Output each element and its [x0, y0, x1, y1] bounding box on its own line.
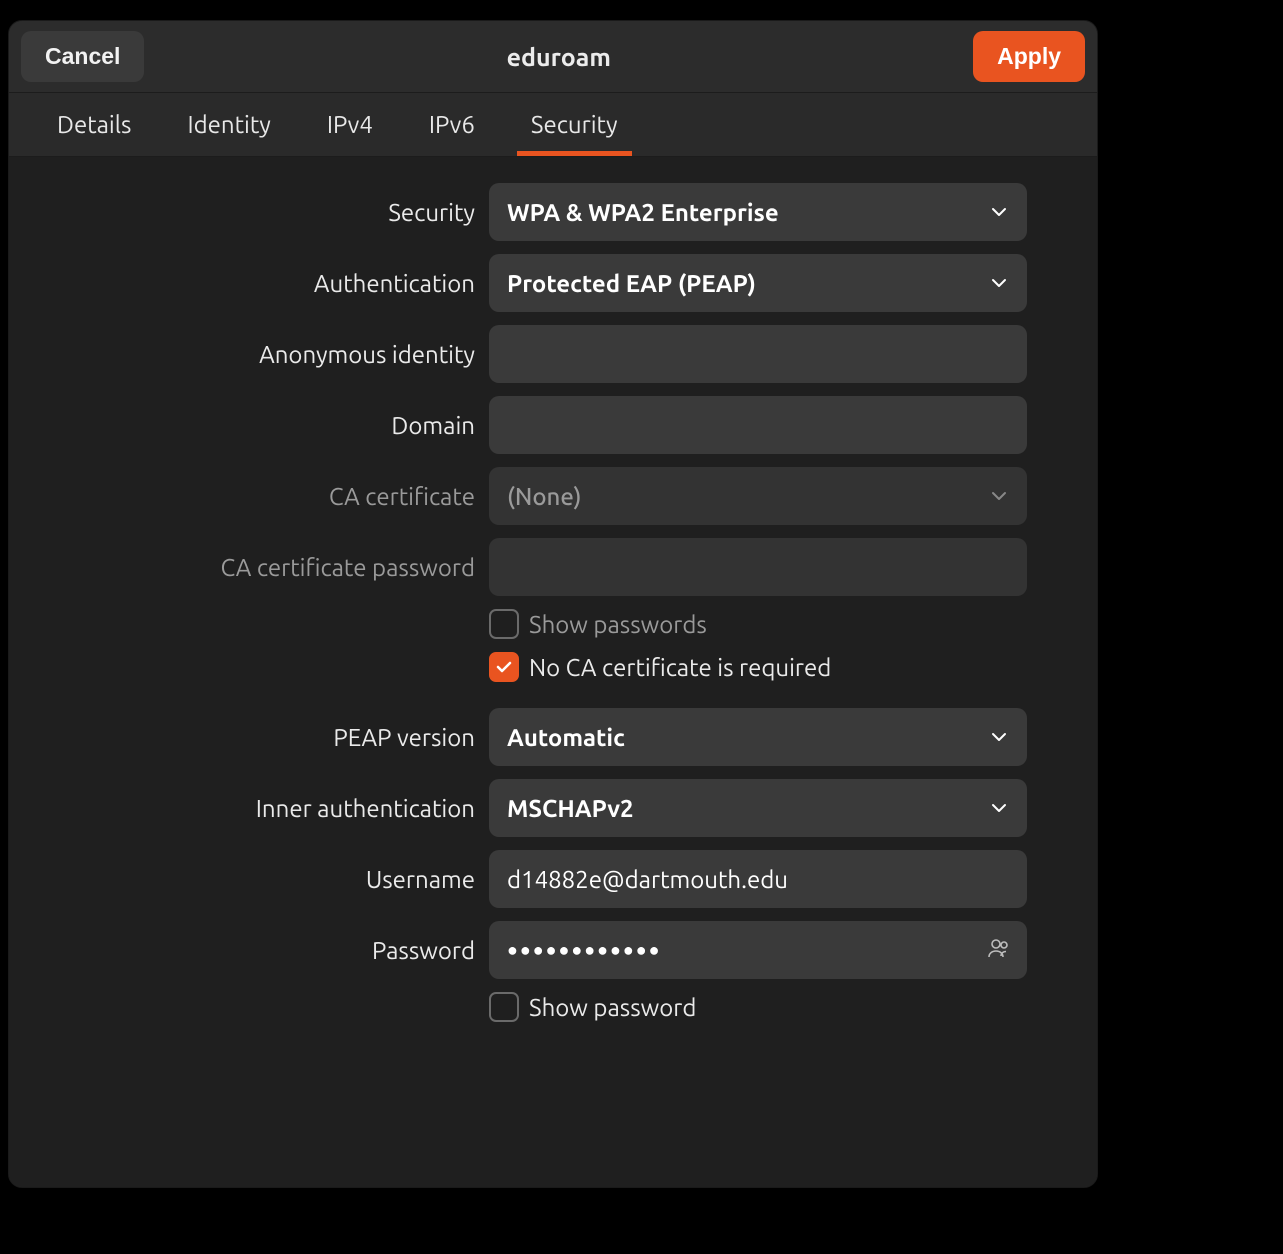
inner-auth-select[interactable]: MSCHAPv2	[489, 779, 1027, 837]
security-select[interactable]: WPA & WPA2 Enterprise	[489, 183, 1027, 241]
ca-cert-password-label: CA certificate password	[79, 554, 489, 581]
anonymous-identity-input[interactable]	[489, 325, 1027, 383]
tab-ipv6[interactable]: IPv6	[401, 93, 503, 156]
peap-version-select[interactable]: Automatic	[489, 708, 1027, 766]
security-value: WPA & WPA2 Enterprise	[507, 199, 779, 226]
username-label: Username	[79, 866, 489, 893]
wifi-settings-dialog: Cancel eduroam Apply Details Identity IP…	[8, 20, 1098, 1188]
tab-identity[interactable]: Identity	[159, 93, 298, 156]
peap-version-value: Automatic	[507, 724, 625, 751]
password-label: Password	[79, 937, 489, 964]
chevron-down-icon	[989, 202, 1009, 222]
ca-cert-password-input	[489, 538, 1027, 596]
show-password-checkbox[interactable]	[489, 992, 519, 1022]
no-ca-required-label[interactable]: No CA certificate is required	[529, 654, 831, 681]
authentication-label: Authentication	[79, 270, 489, 297]
ca-certificate-select[interactable]: (None)	[489, 467, 1027, 525]
username-input[interactable]: d14882e@dartmouth.edu	[489, 850, 1027, 908]
security-label: Security	[79, 199, 489, 226]
ca-certificate-label: CA certificate	[79, 483, 489, 510]
dialog-header: Cancel eduroam Apply	[9, 21, 1097, 93]
password-input[interactable]: ●●●●●●●●●●●●	[489, 921, 1027, 979]
tab-ipv4[interactable]: IPv4	[299, 93, 401, 156]
chevron-down-icon	[989, 273, 1009, 293]
tab-details[interactable]: Details	[29, 93, 159, 156]
store-password-icon[interactable]	[987, 936, 1011, 964]
anonymous-identity-label: Anonymous identity	[79, 341, 489, 368]
show-passwords-label[interactable]: Show passwords	[529, 611, 707, 638]
chevron-down-icon	[989, 798, 1009, 818]
apply-button[interactable]: Apply	[973, 31, 1085, 82]
tab-bar: Details Identity IPv4 IPv6 Security	[9, 93, 1097, 157]
chevron-down-icon	[989, 486, 1009, 506]
no-ca-required-checkbox[interactable]	[489, 652, 519, 682]
cancel-button[interactable]: Cancel	[21, 31, 144, 82]
authentication-select[interactable]: Protected EAP (PEAP)	[489, 254, 1027, 312]
authentication-value: Protected EAP (PEAP)	[507, 270, 756, 297]
security-form: Security WPA & WPA2 Enterprise Authentic…	[9, 157, 1097, 1187]
tab-security[interactable]: Security	[503, 93, 646, 156]
show-passwords-checkbox[interactable]	[489, 609, 519, 639]
domain-input[interactable]	[489, 396, 1027, 454]
chevron-down-icon	[989, 727, 1009, 747]
peap-version-label: PEAP version	[79, 724, 489, 751]
domain-label: Domain	[79, 412, 489, 439]
inner-auth-value: MSCHAPv2	[507, 795, 634, 822]
inner-auth-label: Inner authentication	[79, 795, 489, 822]
show-password-label[interactable]: Show password	[529, 994, 696, 1021]
ca-certificate-value: (None)	[507, 483, 582, 510]
dialog-title: eduroam	[507, 43, 611, 71]
